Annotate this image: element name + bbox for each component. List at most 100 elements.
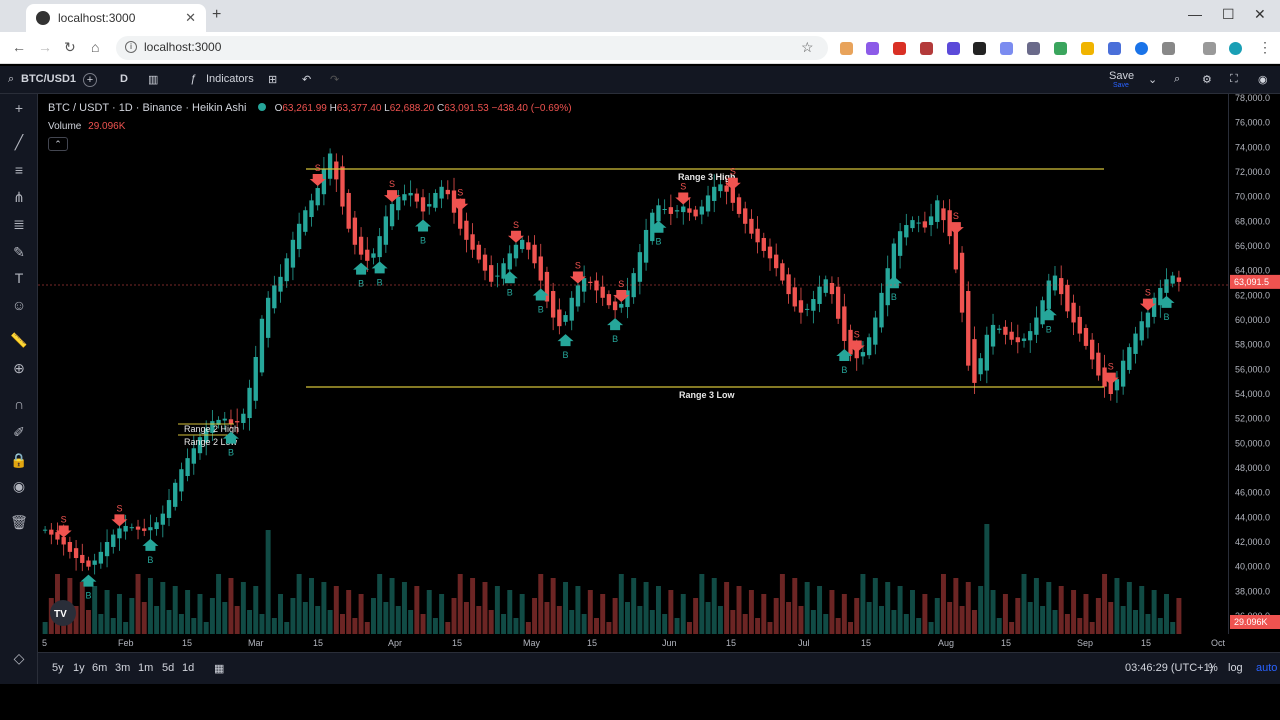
magnet-icon[interactable]: ∩ [10, 396, 28, 412]
extension-icon[interactable] [1135, 42, 1148, 55]
extensions-puzzle-icon[interactable] [1162, 42, 1175, 55]
crosshair-icon[interactable]: + [10, 100, 28, 116]
indicators-button[interactable]: Indicators [206, 73, 254, 85]
range-button-1m[interactable]: 1m [138, 662, 153, 674]
layouts-icon[interactable]: ⊞ [268, 73, 277, 86]
volume-bar [265, 530, 271, 634]
zoom-in-icon[interactable]: ⊕ [10, 360, 28, 377]
new-tab-icon[interactable]: + [212, 6, 221, 24]
horizontal-lines-icon[interactable]: ≡ [10, 162, 28, 178]
lock-drawing-icon[interactable]: ✐ [10, 424, 28, 441]
extension-icon[interactable] [893, 42, 906, 55]
buy-arrow-icon[interactable] [415, 219, 432, 232]
fib-icon[interactable]: ≣ [10, 216, 28, 233]
indicators-icon[interactable]: ƒ [190, 73, 196, 85]
snapshot-camera-icon[interactable]: ◉ [1258, 73, 1268, 86]
browser-tab[interactable]: localhost:3000 ✕ [26, 4, 206, 32]
price-axis[interactable]: 78,000.0 76,000.0 74,000.0 72,000.0 70,000.0… [1228, 93, 1280, 634]
save-button[interactable]: Save [1109, 70, 1134, 82]
volume-bar [141, 602, 147, 634]
quick-search-icon[interactable]: ⌕ [1174, 73, 1180, 86]
volume-bar [1083, 594, 1089, 634]
range-button-5d[interactable]: 5d [162, 662, 174, 674]
extension-icon[interactable] [1081, 42, 1094, 55]
symbol-search-icon[interactable]: ⌕ [8, 73, 14, 86]
price-axis-label: 38,000.0 [1235, 586, 1270, 596]
object-tree-icon[interactable]: ◇ [10, 650, 28, 667]
bookmark-star-icon[interactable]: ☆ [801, 39, 814, 56]
emoji-icon[interactable]: ☺ [10, 297, 28, 313]
extension-icon[interactable] [947, 42, 960, 55]
trash-icon[interactable]: 🗑 [10, 514, 28, 531]
text-tool-icon[interactable]: T [10, 270, 28, 286]
extension-icon[interactable] [1054, 42, 1067, 55]
sell-arrow-icon[interactable] [111, 514, 128, 527]
ruler-icon[interactable]: 📏 [10, 332, 28, 349]
volume-label: Volume [48, 121, 82, 132]
extension-icon[interactable] [1108, 42, 1121, 55]
sell-arrow-icon[interactable] [675, 192, 692, 205]
minimize-icon[interactable]: — [1188, 6, 1202, 22]
log-toggle[interactable]: log [1228, 662, 1243, 674]
extension-icon[interactable] [1000, 42, 1013, 55]
extension-icon[interactable] [920, 42, 933, 55]
range-button-3m[interactable]: 3m [115, 662, 130, 674]
browser-menu-icon[interactable]: ⋮ [1258, 39, 1272, 56]
site-info-icon[interactable]: i [125, 41, 137, 53]
percent-toggle[interactable]: % [1208, 662, 1218, 674]
reload-icon[interactable]: ↻ [64, 39, 76, 56]
range-button-6m[interactable]: 6m [92, 662, 107, 674]
trend-line-icon[interactable]: ╱ [10, 134, 28, 151]
lock-icon[interactable]: 🔒 [10, 452, 28, 469]
candle-body [897, 231, 903, 256]
profile-avatar[interactable] [1229, 42, 1242, 55]
pitchfork-icon[interactable]: ⋔ [10, 189, 28, 206]
price-chart[interactable]: Range 3 High Range 3 Low Range 2 High Ra… [38, 94, 1280, 634]
close-tab-icon[interactable]: ✕ [185, 10, 196, 26]
settings-gear-icon[interactable]: ⚙ [1202, 73, 1212, 86]
legend-symbol[interactable]: BTC / USDT · 1D · Binance · Heikin Ashi [48, 102, 246, 114]
time-axis[interactable]: 5 Feb 15 Mar 15 Apr 15 May 15 Jun 15 Jul 15 Aug 15 Sep 1… [38, 634, 1228, 652]
collapse-legend-icon[interactable]: ⌃ [48, 137, 68, 151]
volume-bar [550, 578, 556, 634]
home-icon[interactable]: ⌂ [91, 39, 99, 55]
browser-tab-strip: localhost:3000 ✕ + — ☐ ✕ [0, 0, 1280, 32]
buy-arrow-icon[interactable] [371, 261, 388, 274]
volume-bar [1151, 590, 1157, 634]
date-range-calendar-icon[interactable]: ▦ [214, 662, 224, 675]
extension-icon[interactable] [840, 42, 853, 55]
range-button-5y[interactable]: 5y [52, 662, 64, 674]
auto-toggle[interactable]: auto [1256, 662, 1277, 674]
symbol-button[interactable]: BTC/USD1 [21, 73, 76, 85]
buy-arrow-icon[interactable] [557, 334, 574, 347]
volume-bar [395, 606, 401, 634]
maximize-icon[interactable]: ☐ [1222, 6, 1235, 23]
interval-button[interactable]: D [120, 73, 128, 85]
candle-body [247, 387, 252, 419]
undo-icon[interactable]: ↶ [302, 73, 311, 86]
buy-arrow-icon[interactable] [607, 318, 624, 331]
side-panel-icon[interactable] [1203, 42, 1216, 55]
clock[interactable]: 03:46:29 (UTC+1) [1125, 662, 1213, 674]
buy-sell-signals: S S S S S S S S S S S S S S S B B B B B B B B B B B B B B B B [55, 94, 1201, 601]
compare-add-icon[interactable]: + [83, 73, 97, 87]
extension-icon[interactable] [1027, 42, 1040, 55]
candle-body [922, 221, 928, 228]
brush-icon[interactable]: ✎ [10, 244, 28, 261]
redo-icon[interactable]: ↷ [330, 73, 339, 86]
close-window-icon[interactable]: ✕ [1254, 6, 1266, 23]
range-button-1y[interactable]: 1y [73, 662, 85, 674]
address-bar[interactable]: i localhost:3000 [116, 36, 828, 60]
fullscreen-icon[interactable]: ⛶ [1230, 73, 1238, 86]
save-dropdown-icon[interactable]: ⌄ [1148, 73, 1157, 86]
buy-arrow-icon[interactable] [142, 538, 159, 551]
candle-body [928, 216, 934, 226]
range-button-1d[interactable]: 1d [182, 662, 194, 674]
visibility-eye-icon[interactable]: ◉ [10, 478, 28, 495]
extension-icon[interactable] [866, 42, 879, 55]
buy-arrow-icon[interactable] [353, 262, 370, 275]
back-icon[interactable]: ← [12, 39, 26, 55]
forward-icon[interactable]: → [38, 39, 52, 55]
chart-style-icon[interactable]: ▥ [148, 73, 158, 86]
extension-icon[interactable] [973, 42, 986, 55]
